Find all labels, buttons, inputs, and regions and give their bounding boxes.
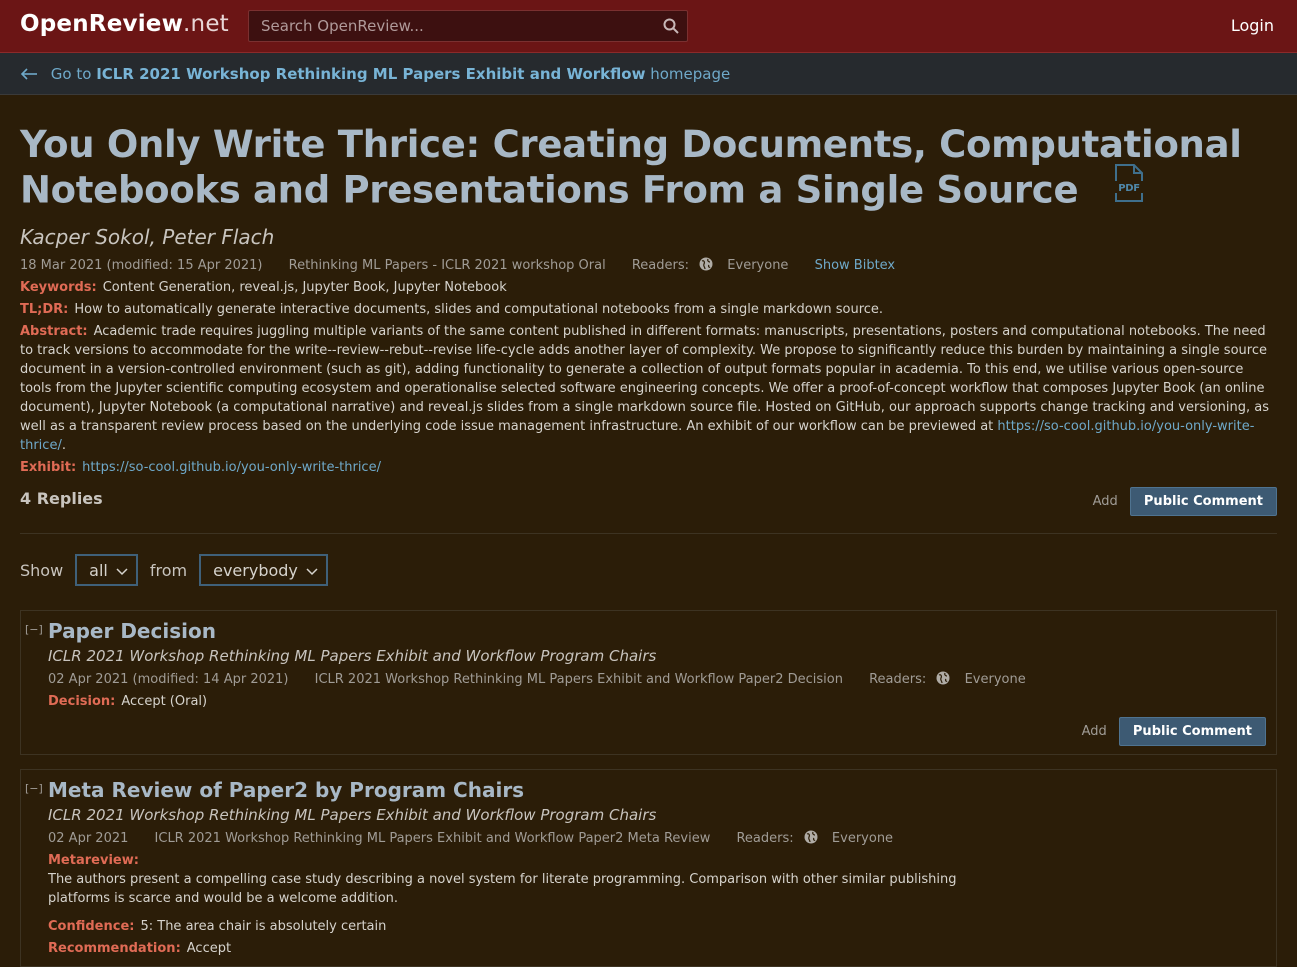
tldr-value: How to automatically generate interactiv… [74, 302, 884, 317]
breadcrumb-prefix[interactable]: Go to [51, 65, 92, 83]
note-signature: ICLR 2021 Workshop Rethinking ML Papers … [48, 647, 657, 665]
confidence-value: 5: The area chair is absolutely certain [140, 919, 387, 934]
decision-field: Decision: Accept (Oral) [48, 692, 1266, 711]
decision-value: Accept (Oral) [121, 694, 208, 709]
readers-value: Everyone [831, 831, 894, 846]
svg-text:PDF: PDF [1118, 183, 1140, 194]
search-box[interactable] [248, 10, 688, 42]
venue-homepage-link[interactable]: ICLR 2021 Workshop Rethinking ML Papers … [96, 65, 645, 83]
public-comment-button[interactable]: Public Comment [1118, 717, 1266, 746]
note-signature: ICLR 2021 Workshop Rethinking ML Papers … [48, 806, 657, 824]
paper-title: You Only Write Thrice: Creating Document… [20, 123, 1242, 212]
replies-count: 4 Replies [20, 489, 103, 508]
paper-date: 18 Mar 2021 (modified: 15 Apr 2021) [20, 258, 263, 273]
abstract-field: Abstract: Academic trade requires jugglin… [20, 322, 1277, 455]
readers-value: Everyone [727, 258, 789, 273]
metareview-label: Metareview: [48, 853, 139, 868]
login-link[interactable]: Login [1231, 16, 1274, 35]
forum-content: You Only Write Thrice: Creating Document… [0, 95, 1297, 967]
confidence-label: Confidence: [48, 919, 135, 934]
chevron-down-icon[interactable] [116, 561, 128, 580]
add-label: Add [1081, 724, 1107, 739]
decision-label: Decision: [48, 694, 116, 709]
show-select[interactable]: all [75, 554, 138, 586]
show-label: Show [20, 560, 64, 580]
keywords-value: Content Generation, reveal.js, Jupyter B… [102, 280, 507, 295]
note-meta: 02 Apr 2021 ICLR 2021 Workshop Rethinkin… [48, 830, 1266, 848]
search-input[interactable] [249, 11, 653, 41]
logo-main[interactable]: OpenReview [20, 11, 183, 37]
note-paper-decision: [−] Paper Decision ICLR 2021 Workshop Re… [20, 610, 1277, 755]
show-bibtex-link[interactable]: Show Bibtex [815, 258, 896, 273]
collapse-toggle[interactable]: [−] [25, 623, 43, 636]
keywords-label: Keywords: [20, 280, 97, 295]
note-date: 02 Apr 2021 (modified: 14 Apr 2021) [48, 672, 289, 687]
reply-filter: Show all from everybody [20, 554, 1277, 586]
pdf-icon[interactable]: PDF [1112, 163, 1147, 213]
keywords-field: Keywords: Content Generation, reveal.js, … [20, 278, 1277, 297]
globe-icon [804, 830, 818, 848]
confidence-field: Confidence: 5: The area chair is absolute… [48, 917, 1266, 936]
recommendation-value: Accept [186, 941, 232, 956]
note-meta: 02 Apr 2021 (modified: 14 Apr 2021) ICLR… [48, 671, 1266, 689]
recommendation-label: Recommendation: [48, 941, 181, 956]
from-select-value[interactable]: everybody [213, 561, 298, 580]
readers-value: Everyone [964, 672, 1026, 687]
venue-breadcrumb: Go to ICLR 2021 Workshop Rethinking ML P… [0, 53, 1297, 95]
from-select[interactable]: everybody [199, 554, 328, 586]
exhibit-field: Exhibit: https://so-cool.github.io/you-on… [20, 458, 1277, 477]
readers-label: Readers: [736, 831, 794, 846]
arrow-left-icon[interactable] [20, 65, 43, 83]
add-comment-group: Add Public Comment [1093, 487, 1277, 516]
recommendation-field: Recommendation: Accept [48, 939, 1266, 958]
paper-authors[interactable]: Kacper Sokol, Peter Flach [20, 225, 1277, 249]
paper-venue: Rethinking ML Papers - ICLR 2021 worksho… [288, 258, 606, 273]
exhibit-link[interactable]: https://so-cool.github.io/you-only-write… [82, 460, 381, 475]
note-title[interactable]: Meta Review of Paper2 by Program Chairs [48, 778, 1266, 802]
chevron-down-icon[interactable] [306, 561, 318, 580]
add-label: Add [1092, 494, 1118, 509]
logo-tld[interactable]: .net [183, 11, 229, 37]
replies-header: 4 Replies Add Public Comment [20, 487, 1277, 534]
openreview-logo[interactable]: OpenReview.net [20, 11, 229, 37]
breadcrumb-suffix[interactable]: homepage [650, 65, 730, 83]
globe-icon [699, 257, 713, 275]
note-title[interactable]: Paper Decision [48, 619, 1266, 643]
abstract-end: . [61, 438, 66, 453]
metareview-value: The authors present a compelling case st… [48, 872, 957, 906]
show-select-value[interactable]: all [89, 561, 108, 580]
note-invitation: ICLR 2021 Workshop Rethinking ML Papers … [154, 831, 711, 846]
tldr-field: TL;DR: How to automatically generate inte… [20, 300, 1277, 319]
note-actions: Add Public Comment [48, 717, 1266, 746]
abstract-text: Academic trade requires juggling multipl… [20, 324, 1270, 434]
paper-title-heading: You Only Write Thrice: Creating Document… [20, 123, 1277, 217]
note-invitation: ICLR 2021 Workshop Rethinking ML Papers … [314, 672, 843, 687]
globe-icon [936, 671, 950, 689]
top-navbar: OpenReview.net Login [0, 0, 1297, 53]
tldr-label: TL;DR: [20, 302, 69, 317]
exhibit-label: Exhibit: [20, 460, 77, 475]
readers-label: Readers: [869, 672, 927, 687]
public-comment-button[interactable]: Public Comment [1129, 487, 1277, 516]
from-label: from [149, 560, 188, 580]
search-icon[interactable] [663, 18, 679, 38]
paper-meta: 18 Mar 2021 (modified: 15 Apr 2021) Reth… [20, 257, 1277, 275]
metareview-field: Metareview: The authors present a compell… [48, 851, 978, 908]
abstract-label: Abstract: [20, 324, 88, 339]
note-meta-review: [−] Meta Review of Paper2 by Program Cha… [20, 769, 1277, 967]
readers-label: Readers: [631, 258, 690, 273]
collapse-toggle[interactable]: [−] [25, 782, 43, 795]
note-date: 02 Apr 2021 [48, 831, 129, 846]
